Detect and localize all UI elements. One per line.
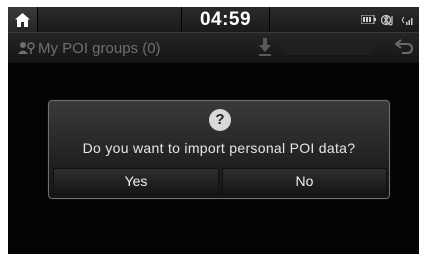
title-bar: My POI groups (0) xyxy=(8,32,419,63)
dialog-message: Do you want to import personal POI data? xyxy=(82,140,356,156)
back-icon[interactable] xyxy=(395,39,413,54)
clock-area: 04:59 xyxy=(181,7,270,32)
page-title: My POI groups (0) xyxy=(38,40,161,57)
download-icon[interactable] xyxy=(258,38,272,56)
question-icon: ? xyxy=(209,109,231,131)
poi-groups-icon xyxy=(18,42,35,54)
import-confirm-dialog: ? Do you want to import personal POI dat… xyxy=(48,100,390,199)
title-toolbar-obscured xyxy=(284,42,372,56)
home-icon xyxy=(15,12,30,27)
status-bar: 04:59 xyxy=(8,7,419,32)
head-unit-screen: 04:59 My POI groups (0) ? Do you want to… xyxy=(8,7,419,254)
battery-icon xyxy=(361,15,376,24)
home-button[interactable] xyxy=(8,7,38,32)
signal-icon xyxy=(401,16,413,25)
no-button[interactable]: No xyxy=(222,168,387,195)
clock: 04:59 xyxy=(199,8,252,30)
status-icons xyxy=(361,7,413,32)
bluetooth-audio-icon xyxy=(381,14,393,26)
yes-button[interactable]: Yes xyxy=(53,168,219,195)
